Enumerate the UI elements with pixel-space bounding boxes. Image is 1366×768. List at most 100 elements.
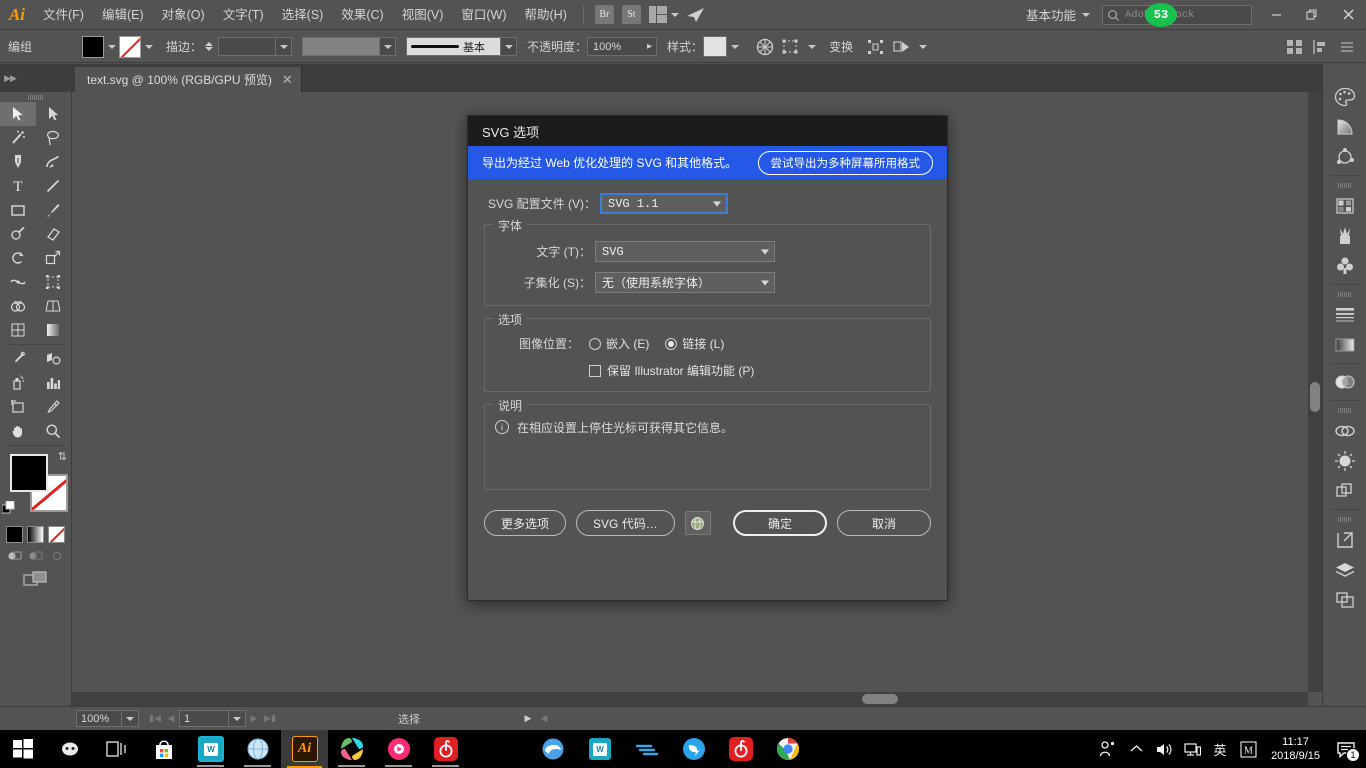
font-type-select[interactable]: SVG	[595, 241, 775, 262]
draw-inside-icon[interactable]	[49, 549, 65, 563]
zoom-tool[interactable]	[36, 419, 72, 443]
stroke-weight-stepper[interactable]	[205, 42, 214, 51]
mesh-tool[interactable]	[0, 318, 36, 342]
variable-width-dropdown[interactable]	[380, 37, 397, 56]
taskbar-netease-music[interactable]	[422, 730, 469, 768]
opacity-input[interactable]: 100% ▸	[587, 37, 658, 56]
eraser-tool[interactable]	[36, 222, 72, 246]
last-artboard-button[interactable]: ▶▮	[262, 709, 278, 729]
perspective-grid-tool[interactable]	[36, 294, 72, 318]
fill-color-swatch[interactable]	[82, 35, 105, 58]
select-similar-dropdown[interactable]	[804, 36, 819, 58]
checkbox-preserve-editing[interactable]	[589, 364, 601, 377]
maximize-button[interactable]	[1294, 0, 1330, 30]
no-color-button[interactable]	[48, 526, 65, 543]
swap-fill-stroke-icon[interactable]: ⇅	[58, 450, 67, 463]
zoom-level-input[interactable]: 100%	[76, 710, 122, 727]
fill-swatch[interactable]	[10, 454, 48, 492]
symbol-sprayer-tool[interactable]	[0, 371, 36, 395]
menu-type[interactable]: 文字(T)	[214, 0, 273, 30]
document-tab[interactable]: text.svg @ 100% (RGB/GPU 预览) ✕	[75, 67, 302, 92]
vertical-scroll-thumb[interactable]	[1310, 382, 1320, 412]
dock-group-grip[interactable]	[1323, 179, 1366, 191]
panel-grid-icon[interactable]	[1282, 35, 1308, 59]
svg-code-button[interactable]: SVG 代码…	[576, 510, 675, 536]
dock-group-grip-2[interactable]	[1323, 288, 1366, 300]
curvature-tool[interactable]	[36, 150, 72, 174]
taskbar-edge[interactable]	[529, 730, 576, 768]
menu-edit[interactable]: 编辑(E)	[93, 0, 153, 30]
stroke-weight-dropdown[interactable]	[276, 37, 293, 56]
taskbar-task-view[interactable]	[93, 730, 140, 768]
artboards-panel-icon[interactable]	[1328, 585, 1362, 615]
arrange-objects-icon[interactable]	[889, 35, 915, 59]
status-flyout-button[interactable]: ▶	[520, 709, 536, 729]
menu-select[interactable]: 选择(S)	[273, 0, 333, 30]
shaper-tool[interactable]	[0, 222, 36, 246]
radio-link[interactable]	[665, 337, 678, 350]
artboard-tool[interactable]	[0, 395, 36, 419]
network-icon[interactable]	[1179, 730, 1205, 768]
gradient-panel-icon[interactable]	[1328, 112, 1362, 142]
column-graph-tool[interactable]	[36, 371, 72, 395]
svg-profile-select[interactable]: SVG 1.1	[600, 193, 728, 214]
arrange-dropdown[interactable]	[915, 36, 930, 58]
align-panel-icon[interactable]	[1308, 35, 1334, 59]
transparency-panel-icon[interactable]	[1328, 367, 1362, 397]
pathfinder-panel-icon[interactable]	[1328, 476, 1362, 506]
lasso-tool[interactable]	[36, 126, 72, 150]
panel-menu-icon[interactable]	[1334, 35, 1360, 59]
taskbar-chrome[interactable]	[764, 730, 811, 768]
screen-mode-button[interactable]	[0, 571, 71, 587]
draw-behind-icon[interactable]	[28, 549, 44, 563]
menu-object[interactable]: 对象(O)	[153, 0, 214, 30]
taskbar-illustrator[interactable]: Ai	[281, 730, 328, 768]
taskbar-browser[interactable]	[234, 730, 281, 768]
preview-in-browser-button[interactable]	[684, 511, 711, 535]
variable-width-profile-input[interactable]	[302, 37, 381, 56]
symbols-panel-icon[interactable]	[1328, 251, 1362, 281]
swatches-panel-icon[interactable]	[1328, 191, 1362, 221]
recolor-artwork-icon[interactable]	[752, 35, 778, 59]
width-tool[interactable]	[0, 270, 36, 294]
line-segment-tool[interactable]	[36, 174, 72, 198]
free-transform-tool[interactable]	[36, 270, 72, 294]
scale-tool[interactable]	[36, 246, 72, 270]
selection-tool[interactable]	[0, 102, 36, 126]
gradient-button[interactable]	[27, 526, 44, 543]
taskbar-photos[interactable]	[328, 730, 375, 768]
publish-online-icon[interactable]	[683, 3, 709, 27]
links-panel-icon[interactable]	[1328, 416, 1362, 446]
taskbar-clock[interactable]: 11:17 2018/9/15	[1263, 735, 1328, 763]
menu-help[interactable]: 帮助(H)	[516, 0, 576, 30]
paintbrush-tool[interactable]	[36, 198, 72, 222]
type-tool[interactable]: T	[0, 174, 36, 198]
magic-wand-tool[interactable]	[0, 126, 36, 150]
ime-language-indicator[interactable]: 英	[1207, 730, 1233, 768]
color-guide-panel-icon[interactable]	[1328, 142, 1362, 172]
artboard-dropdown[interactable]	[229, 710, 246, 727]
stock-icon[interactable]: St	[621, 5, 641, 24]
solid-color-button[interactable]	[6, 526, 23, 543]
next-artboard-button[interactable]: ▶	[246, 709, 262, 729]
slice-tool[interactable]	[36, 395, 72, 419]
minimize-button[interactable]	[1258, 0, 1294, 30]
brush-dropdown-button[interactable]	[501, 37, 518, 56]
select-similar-icon[interactable]	[778, 35, 804, 59]
stroke-weight-input[interactable]	[218, 37, 277, 56]
prev-artboard-button[interactable]: ◀	[163, 709, 179, 729]
taskbar-dingtalk[interactable]	[670, 730, 717, 768]
layers-panel-icon[interactable]	[1328, 555, 1362, 585]
stock-search-input[interactable]: Adobe Stock 53	[1102, 2, 1252, 27]
dock-group-grip-3[interactable]	[1323, 404, 1366, 416]
appearance-panel-icon[interactable]	[1328, 446, 1362, 476]
stroke-panel-icon[interactable]	[1328, 300, 1362, 330]
people-icon[interactable]	[1095, 730, 1121, 768]
opacity-flyout-icon[interactable]: ▸	[647, 41, 656, 52]
show-hidden-icons-chevron[interactable]	[1123, 730, 1149, 768]
close-button[interactable]	[1330, 0, 1366, 30]
shape-builder-tool[interactable]	[0, 294, 36, 318]
taskbar-wps-writer[interactable]: W	[576, 730, 623, 768]
draw-normal-icon[interactable]	[7, 549, 23, 563]
horizontal-scroll-thumb[interactable]	[862, 694, 898, 704]
